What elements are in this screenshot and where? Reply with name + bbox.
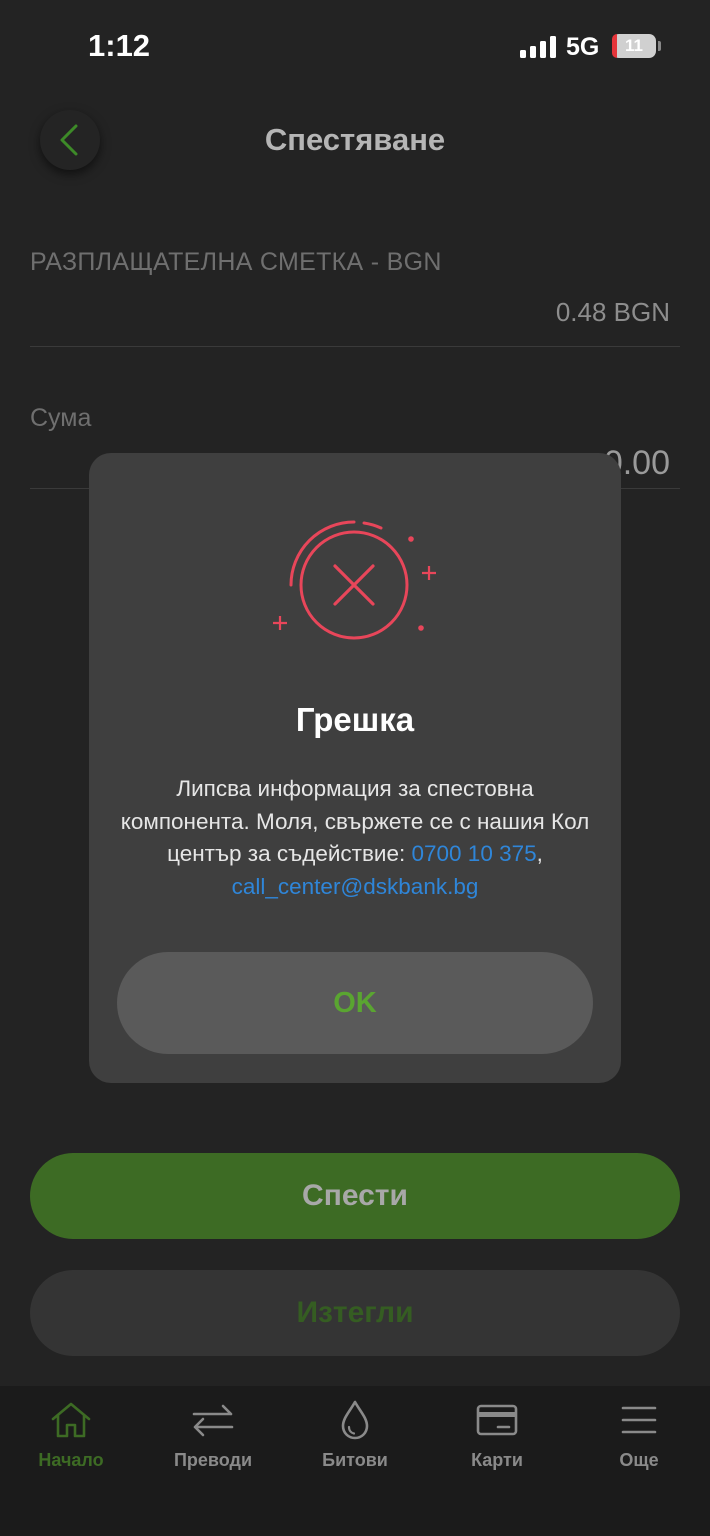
nav-item-utilities[interactable]: Битови (284, 1400, 426, 1471)
nav-label: Още (619, 1450, 659, 1470)
message-separator: , (536, 841, 543, 866)
nav-label: Преводи (173, 1450, 253, 1470)
nav-item-transfers[interactable]: Преводи (142, 1400, 284, 1471)
dialog-title: Грешка (295, 701, 415, 738)
error-dialog: Грешка Липсва информация за спестовна ко… (89, 453, 621, 1083)
nav-item-more[interactable]: Още (568, 1400, 710, 1471)
nav-label: Карти (471, 1450, 523, 1470)
card-icon (476, 1404, 518, 1436)
nav-item-cards[interactable]: Карти (426, 1400, 568, 1471)
call-center-phone-link[interactable]: 0700 10 375 (412, 841, 537, 866)
dialog-message: Липсва информация за спестовна компонент… (119, 773, 591, 903)
transfer-arrows-icon (192, 1404, 234, 1437)
nav-item-home[interactable]: Начало (0, 1400, 142, 1471)
drop-icon (341, 1400, 369, 1440)
screen: 1:12 5G 11 Спестяване РАЗПЛАЩАТЕЛНА СМЕТ… (0, 0, 710, 1536)
ok-button[interactable]: OK (117, 952, 593, 1054)
error-x-circle-icon (273, 520, 436, 640)
call-center-email-link[interactable]: call_center@dskbank.bg (232, 874, 479, 899)
home-icon (51, 1402, 91, 1438)
bottom-nav: Начало Преводи Битови Карти Още (0, 1386, 710, 1536)
nav-label: Битови (322, 1450, 388, 1470)
menu-icon (621, 1406, 657, 1434)
nav-label: Начало (38, 1450, 104, 1470)
